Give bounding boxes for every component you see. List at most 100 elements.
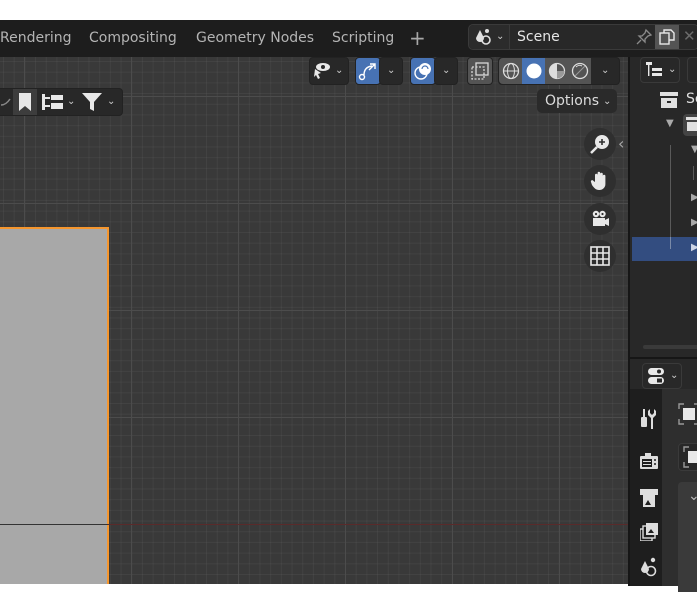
- wireframe-sphere-icon: [502, 62, 520, 80]
- eye-selectability-icon: [313, 61, 331, 79]
- outliner-row-collection[interactable]: ▼: [630, 113, 697, 137]
- scene-collection-icon: [660, 92, 678, 108]
- tool-icon[interactable]: [640, 409, 658, 429]
- chevron-down-icon[interactable]: ⌄: [601, 65, 609, 76]
- ortho-grid-icon: [590, 246, 610, 266]
- outliner-row-selected[interactable]: ▶: [632, 237, 697, 261]
- add-workspace-button[interactable]: +: [409, 20, 426, 57]
- ortho-toggle-button[interactable]: [584, 240, 616, 272]
- properties-subpanel: ⌄: [678, 482, 697, 592]
- render-icon[interactable]: [640, 453, 658, 471]
- zoom-button[interactable]: [584, 128, 616, 160]
- chevron-down-icon: ⌄: [387, 65, 396, 76]
- scene-type-dropdown[interactable]: ⌄: [469, 25, 510, 49]
- toolbox-toggle-icon[interactable]: [678, 403, 697, 425]
- grid-major-line: [452, 57, 453, 584]
- chevron-down-icon[interactable]: ⌄: [107, 96, 115, 107]
- new-scene-button[interactable]: [655, 25, 679, 49]
- grid-major-line: [131, 57, 132, 584]
- gizmo-icon: [358, 61, 378, 81]
- expand-triangle-icon[interactable]: ▼: [666, 118, 674, 129]
- tool-mode-button[interactable]: [678, 443, 697, 471]
- shading-wireframe-button[interactable]: [499, 58, 522, 84]
- duplicate-icon: [658, 28, 676, 46]
- left-tool-group: ⌄ ⌄: [0, 88, 123, 116]
- outliner-scrollbar[interactable]: [643, 345, 697, 349]
- shading-mode-group: ⌄: [498, 57, 620, 85]
- camera-icon: [589, 208, 611, 230]
- outliner-row-scene-collection[interactable]: Sc: [630, 90, 697, 112]
- tab-scripting[interactable]: Scripting: [332, 20, 394, 57]
- expand-triangle-icon[interactable]: ▼: [691, 144, 697, 155]
- output-icon[interactable]: [640, 489, 658, 507]
- chevron-down-icon: ⌄: [670, 370, 679, 381]
- tree-guide-line: [693, 166, 694, 180]
- material-sphere-icon: [548, 62, 566, 80]
- rendered-sphere-icon: [571, 62, 589, 80]
- shading-solid-button[interactable]: [522, 58, 545, 84]
- tab-compositing[interactable]: Compositing: [89, 20, 177, 57]
- close-icon[interactable]: ✕: [683, 27, 696, 45]
- gizmo-dropdown[interactable]: ⌄: [379, 57, 403, 85]
- grid-major-line: [0, 203, 628, 204]
- x-axis-line-over-object: [0, 524, 108, 525]
- outliner-row-label: Sc: [686, 91, 697, 107]
- collapse-triangle-icon[interactable]: ▶: [691, 192, 697, 203]
- grid-major-line: [345, 57, 346, 584]
- collapse-triangle-icon[interactable]: ▶: [691, 242, 697, 253]
- tab-geometry-nodes[interactable]: Geometry Nodes: [196, 20, 314, 57]
- pan-button[interactable]: [584, 165, 616, 197]
- scene-selector[interactable]: ⌄ Scene ✕: [468, 24, 697, 50]
- arrange-icon[interactable]: [42, 94, 64, 110]
- properties-editor-dropdown[interactable]: ⌄: [642, 363, 682, 389]
- properties-tabs: [630, 389, 662, 586]
- tree-guide-line: [670, 145, 671, 249]
- outliner-filter-button[interactable]: [687, 57, 697, 83]
- chevron-down-icon: ⌄: [335, 65, 344, 76]
- camera-view-button[interactable]: [584, 203, 616, 235]
- pin-icon[interactable]: [635, 28, 653, 46]
- collapse-triangle-icon[interactable]: ▶: [691, 217, 697, 228]
- tree-guide-line: [670, 237, 671, 249]
- chevron-down-icon: ⌄: [496, 31, 505, 42]
- properties-panel: ⌄ ⌄: [628, 357, 697, 592]
- outliner-display-mode-dropdown[interactable]: ⌄: [640, 57, 680, 83]
- chevron-down-icon: ⌄: [603, 96, 612, 107]
- scene-name-field[interactable]: Scene: [517, 25, 560, 49]
- 3d-viewport[interactable]: ⌄ ⌄ ⌄ ⌄ ⌄ ⌄ Options ⌄ ‹: [0, 57, 628, 584]
- chevron-down-icon: ⌄: [442, 65, 451, 76]
- gizmo-toggle[interactable]: [355, 57, 381, 85]
- chevron-down-icon: ⌄: [668, 64, 677, 75]
- view-layer-icon[interactable]: [640, 523, 658, 541]
- properties-editor-icon: [648, 367, 666, 385]
- scene-icon: [474, 28, 494, 46]
- sidebar-toggle[interactable]: ‹: [618, 135, 628, 153]
- select-box-icon: [683, 446, 697, 468]
- collection-icon: [683, 114, 697, 136]
- annotate-icon[interactable]: [1, 97, 11, 107]
- overlay-dropdown[interactable]: ⌄: [434, 57, 458, 85]
- shading-material-button[interactable]: [545, 58, 568, 84]
- filter-icon[interactable]: [82, 93, 102, 111]
- shading-rendered-button[interactable]: [568, 58, 591, 84]
- grid-major-line: [238, 57, 239, 584]
- options-label: Options: [545, 93, 600, 109]
- selectability-visibility-dropdown[interactable]: ⌄: [309, 57, 349, 85]
- overlay-toggle[interactable]: [410, 57, 436, 85]
- bookmark-icon: [19, 93, 31, 111]
- scene-icon[interactable]: [640, 557, 658, 577]
- hand-pan-icon: [589, 170, 611, 192]
- outliner-display-icon: [646, 62, 666, 78]
- overlay-icon: [413, 61, 433, 81]
- selected-object-plane[interactable]: [0, 227, 109, 584]
- chevron-down-icon[interactable]: ⌄: [688, 488, 697, 504]
- outliner-panel: ⌄ Sc ▼ ▼ ▶ ▶ ▶: [628, 57, 697, 357]
- xray-toggle[interactable]: [467, 57, 493, 85]
- zoom-icon: [589, 133, 611, 155]
- tab-rendering[interactable]: Rendering: [0, 20, 72, 57]
- chevron-down-icon[interactable]: ⌄: [67, 96, 75, 107]
- solid-sphere-icon: [525, 62, 543, 80]
- bookmark-button[interactable]: [13, 89, 37, 115]
- grid-major-line: [559, 57, 560, 584]
- options-dropdown[interactable]: Options ⌄: [537, 89, 617, 113]
